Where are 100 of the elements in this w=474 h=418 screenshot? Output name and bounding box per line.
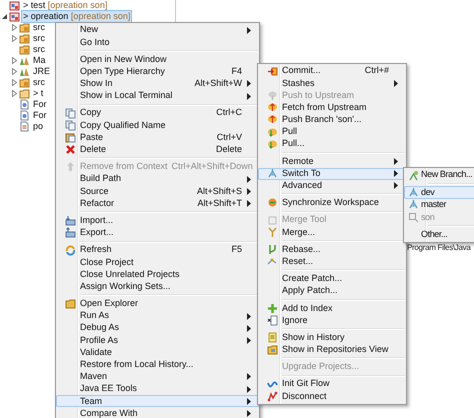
menu-item[interactable]: New xyxy=(56,24,259,36)
menu-item[interactable]: Build Path xyxy=(56,173,259,186)
import-icon xyxy=(64,215,76,226)
branch-icon xyxy=(408,187,418,198)
tree-item[interactable]: Ma xyxy=(31,54,48,67)
xml-file-icon xyxy=(19,121,30,132)
menu-item[interactable]: Push Branch 'son'... xyxy=(258,114,406,126)
package-folder-icon xyxy=(19,77,30,88)
menu-item[interactable]: Debug As xyxy=(56,322,259,334)
menu-item[interactable]: Reset... xyxy=(258,256,406,268)
menu-item[interactable]: Go Into xyxy=(56,36,259,48)
menu-item[interactable]: Open in New Window xyxy=(56,53,259,66)
menu-item[interactable]: Show in Repositories View xyxy=(258,344,406,356)
menu-item[interactable]: Stashes xyxy=(258,77,406,90)
export-icon xyxy=(64,227,76,238)
tree-item[interactable]: src xyxy=(31,32,47,45)
arrow-into-box-icon xyxy=(266,66,278,77)
refresh-icon xyxy=(64,244,76,256)
menu-item[interactable]: Refactor Alt+Shift+T xyxy=(56,197,259,210)
menu-item[interactable]: Commit... Ctrl+# xyxy=(258,65,406,78)
menu-item[interactable]: Disconnect xyxy=(258,390,406,402)
menu-item[interactable]: Apply Patch... xyxy=(258,285,406,298)
project-icon xyxy=(9,11,20,22)
library-icon xyxy=(19,55,30,66)
menu-item[interactable]: Advanced xyxy=(258,180,406,192)
tree-item[interactable]: > opreation [opreation son] xyxy=(21,10,132,23)
menu-item[interactable]: Open Type Hierarchy F4 xyxy=(56,66,259,78)
menu-item[interactable]: Add to Index xyxy=(258,302,406,314)
branch-icon xyxy=(408,199,418,210)
menu-item[interactable]: Validate xyxy=(56,346,259,359)
menu-item[interactable]: Switch To xyxy=(258,168,406,180)
menu-item[interactable]: Pull xyxy=(258,126,406,138)
file-icon xyxy=(19,99,30,110)
expand-arrow-icon[interactable] xyxy=(11,24,18,31)
menu-item[interactable]: Assign Working Sets... xyxy=(56,280,259,293)
expand-arrow-icon[interactable] xyxy=(11,35,18,42)
menu-item[interactable]: Run As xyxy=(56,310,259,322)
menu-item[interactable]: Team xyxy=(56,395,259,408)
menu-item[interactable]: Close Unrelated Projects xyxy=(56,268,259,281)
menu-item[interactable]: New Branch... xyxy=(404,169,474,182)
tree-item[interactable]: src xyxy=(31,21,47,34)
copy-icon xyxy=(64,120,76,131)
menu-item[interactable]: Maven xyxy=(56,370,259,384)
expand-arrow-icon[interactable] xyxy=(11,79,18,86)
tree-item[interactable]: src xyxy=(31,43,47,56)
plus-icon xyxy=(266,302,278,314)
menu-item[interactable]: Show In Alt+Shift+W xyxy=(56,78,259,90)
copy-icon xyxy=(64,108,76,119)
tree-item[interactable]: > test [opreation son] xyxy=(21,0,110,12)
menu-item[interactable]: Import... xyxy=(56,214,259,227)
branch-icon xyxy=(408,170,418,181)
library-icon xyxy=(19,66,30,77)
menu-item[interactable]: Init Git Flow xyxy=(258,378,406,390)
folder-icon xyxy=(19,88,30,99)
menu-item[interactable]: Profile As xyxy=(56,334,259,346)
menu-item[interactable]: Delete Delete xyxy=(56,144,259,156)
tree-item[interactable]: For xyxy=(31,109,48,122)
menu-item[interactable]: Source Alt+Shift+S xyxy=(56,185,259,198)
package-folder-icon xyxy=(19,44,30,55)
arrow-icon xyxy=(64,161,76,172)
path-text: Program Files\Java xyxy=(407,242,471,254)
folder-icon xyxy=(64,298,76,310)
menu-item[interactable]: Remote xyxy=(258,155,406,168)
tree-item[interactable]: po xyxy=(31,120,46,133)
tree-item[interactable]: src xyxy=(31,76,47,89)
delete-icon xyxy=(64,144,76,156)
menu-item[interactable]: Java EE Tools xyxy=(56,383,259,396)
menu-item[interactable]: Show in Local Terminal xyxy=(56,90,259,102)
package-folder-icon xyxy=(19,22,30,33)
menu-item[interactable]: Compare With xyxy=(56,407,259,418)
menu-item[interactable]: Open Explorer xyxy=(56,298,259,310)
menu-item[interactable]: Rebase... xyxy=(258,243,406,256)
tree-item[interactable]: JRE xyxy=(31,65,52,78)
tree-item[interactable]: > t xyxy=(31,87,46,100)
expand-arrow-icon[interactable] xyxy=(11,57,18,64)
menu-item[interactable]: Fetch from Upstream xyxy=(258,102,406,114)
package-folder-icon xyxy=(19,33,30,44)
menu-item[interactable]: master xyxy=(404,198,474,212)
menu-item[interactable]: Restore from Local History... xyxy=(56,358,259,371)
menu-item[interactable]: Create Patch... xyxy=(258,272,406,285)
menu-item[interactable]: Refresh F5 xyxy=(56,244,259,256)
folder-icon xyxy=(266,344,278,356)
menu-item[interactable]: dev xyxy=(404,186,474,199)
expand-arrow-icon[interactable] xyxy=(11,90,18,97)
menu-item[interactable]: Other... xyxy=(404,228,474,241)
menu-item[interactable]: Ignore xyxy=(258,314,406,327)
menu-item[interactable]: Merge... xyxy=(258,226,406,238)
collapse-arrow-icon[interactable] xyxy=(1,13,8,20)
disconnect-icon xyxy=(266,390,278,402)
menu-item[interactable]: Close Project xyxy=(56,256,259,268)
menu-item[interactable]: Export... xyxy=(56,226,259,239)
history-icon xyxy=(266,332,278,344)
branch-icon xyxy=(266,168,278,180)
menu-item[interactable]: Pull... xyxy=(258,138,406,150)
project-icon xyxy=(9,0,20,11)
tree-item[interactable]: For xyxy=(31,98,48,111)
expand-arrow-icon[interactable] xyxy=(11,68,18,75)
menu-item[interactable]: Show in History xyxy=(258,332,406,344)
cloud-arrow-icon xyxy=(266,102,278,114)
cloud-arrow-icon xyxy=(266,114,278,126)
